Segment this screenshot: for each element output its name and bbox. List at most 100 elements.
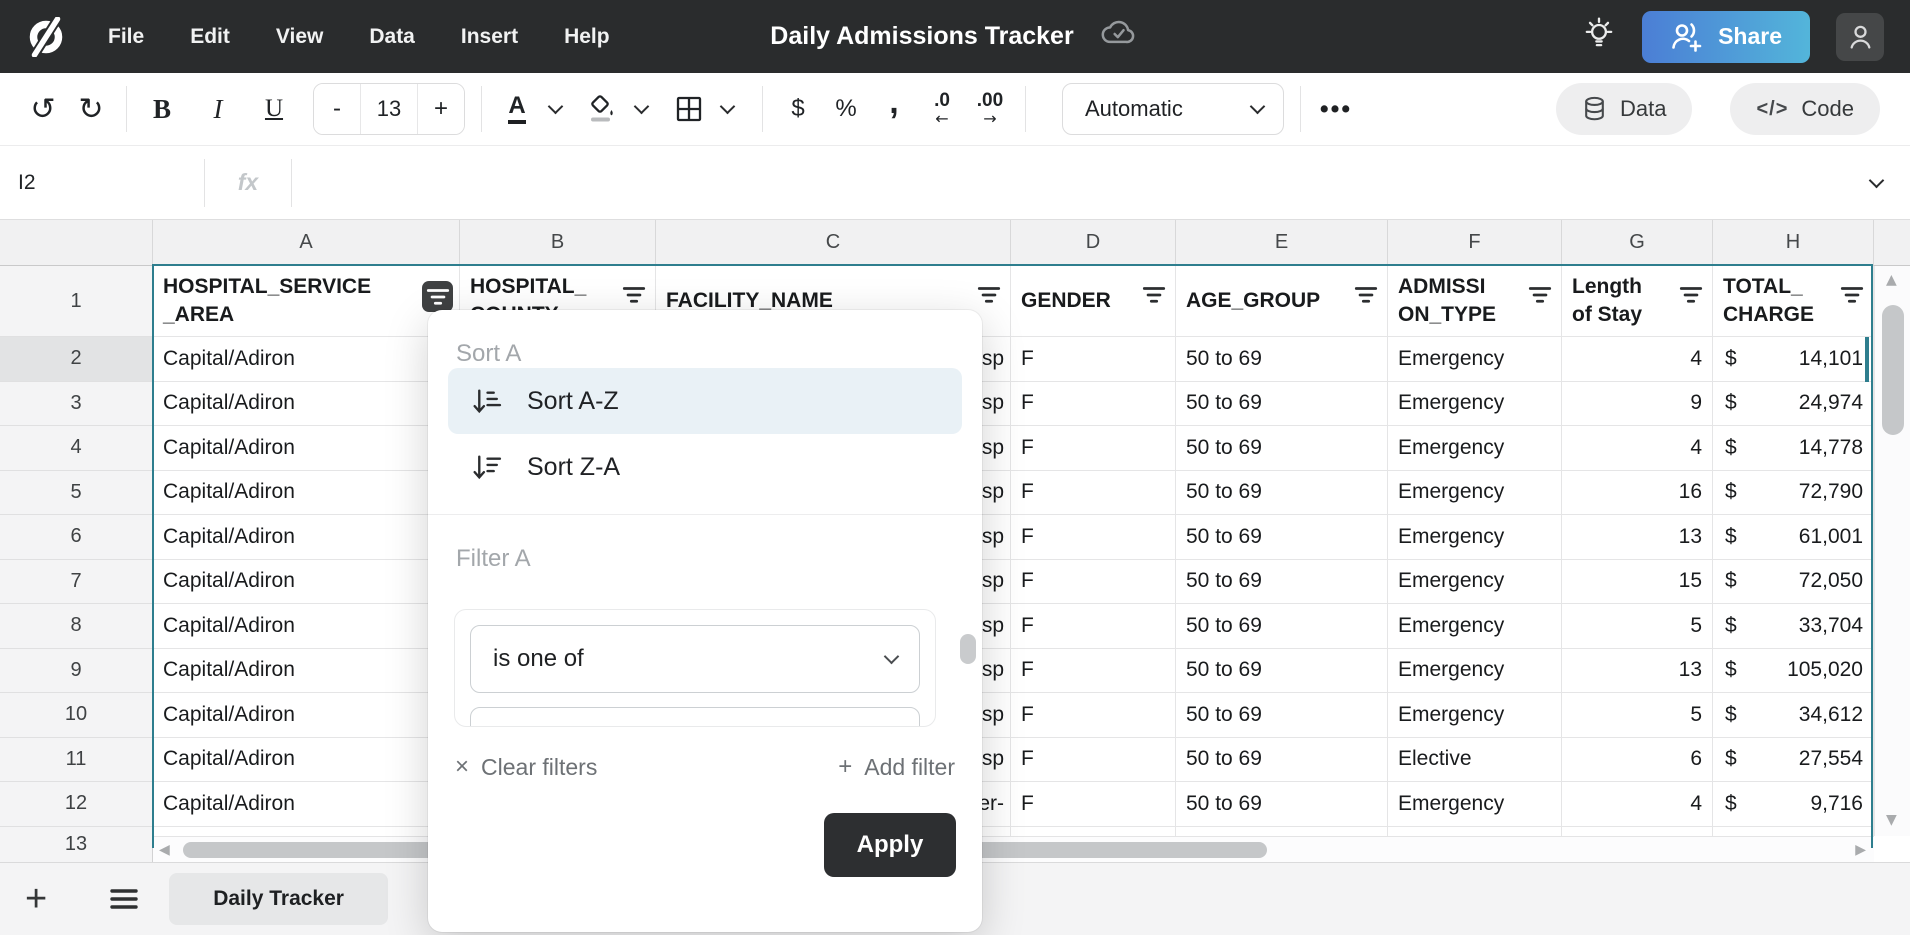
cell-F2[interactable]: Emergency bbox=[1388, 337, 1562, 382]
filter-icon[interactable] bbox=[1524, 281, 1556, 309]
row-number[interactable]: 8 bbox=[0, 604, 153, 649]
data-panel-button[interactable]: Data bbox=[1556, 83, 1692, 135]
filter-icon[interactable] bbox=[973, 281, 1005, 309]
cell-F5[interactable]: Emergency bbox=[1388, 471, 1562, 516]
column-letter-H[interactable]: H bbox=[1713, 220, 1874, 266]
cell-A5[interactable]: Capital/Adiron bbox=[153, 471, 460, 516]
more-options-button[interactable]: ••• bbox=[1317, 85, 1355, 133]
menu-insert[interactable]: Insert bbox=[461, 25, 518, 49]
horizontal-scrollbar[interactable]: ◀ ▶ bbox=[153, 836, 1874, 862]
cell-D8[interactable]: F bbox=[1011, 604, 1176, 649]
cell-D12[interactable]: F bbox=[1011, 782, 1176, 827]
header-cell-G1[interactable]: Length of Stay bbox=[1562, 266, 1713, 337]
cell-G12[interactable]: 4 bbox=[1562, 782, 1713, 827]
cell-E12[interactable]: 50 to 69 bbox=[1176, 782, 1388, 827]
cell-E6[interactable]: 50 to 69 bbox=[1176, 515, 1388, 560]
cell-G5[interactable]: 16 bbox=[1562, 471, 1713, 516]
font-size-increase-button[interactable]: + bbox=[418, 84, 464, 134]
popup-scrollbar-thumb[interactable] bbox=[960, 634, 976, 664]
cell-H2[interactable]: $ 14,101 bbox=[1713, 337, 1874, 382]
document-title[interactable]: Daily Admissions Tracker bbox=[770, 22, 1073, 51]
cell-G3[interactable]: 9 bbox=[1562, 382, 1713, 427]
cell-F12[interactable]: Emergency bbox=[1388, 782, 1562, 827]
font-size-value[interactable]: 13 bbox=[360, 84, 418, 134]
app-logo-icon[interactable] bbox=[26, 17, 66, 57]
filter-icon[interactable] bbox=[1350, 281, 1382, 309]
cell-H11[interactable]: $ 27,554 bbox=[1713, 738, 1874, 783]
cell-G2[interactable]: 4 bbox=[1562, 337, 1713, 382]
row-number[interactable]: 5 bbox=[0, 471, 153, 516]
cell-H12[interactable]: $ 9,716 bbox=[1713, 782, 1874, 827]
cell-A4[interactable]: Capital/Adiron bbox=[153, 426, 460, 471]
column-letter-A[interactable]: A bbox=[153, 220, 460, 266]
cell-E2[interactable]: 50 to 69 bbox=[1176, 337, 1388, 382]
filter-icon[interactable] bbox=[1138, 281, 1170, 309]
cell-E9[interactable]: 50 to 69 bbox=[1176, 649, 1388, 694]
cell-H9[interactable]: $ 105,020 bbox=[1713, 649, 1874, 694]
filter-value-input[interactable] bbox=[470, 707, 920, 727]
vertical-scrollbar[interactable]: ▲ ▼ bbox=[1874, 266, 1910, 836]
cell-H7[interactable]: $ 72,050 bbox=[1713, 560, 1874, 605]
cell-E5[interactable]: 50 to 69 bbox=[1176, 471, 1388, 516]
corner-cell[interactable] bbox=[0, 220, 153, 266]
cell-E7[interactable]: 50 to 69 bbox=[1176, 560, 1388, 605]
cell-H10[interactable]: $ 34,612 bbox=[1713, 693, 1874, 738]
row-number[interactable]: 2 bbox=[0, 337, 153, 382]
cell-G8[interactable]: 5 bbox=[1562, 604, 1713, 649]
share-button[interactable]: Share bbox=[1642, 11, 1810, 63]
header-cell-H1[interactable]: TOTAL_ CHARGE bbox=[1713, 266, 1874, 337]
cell-F3[interactable]: Emergency bbox=[1388, 382, 1562, 427]
cell-D3[interactable]: F bbox=[1011, 382, 1176, 427]
row-number[interactable]: 11 bbox=[0, 738, 153, 783]
cell-F9[interactable]: Emergency bbox=[1388, 649, 1562, 694]
formula-input[interactable] bbox=[292, 146, 1871, 219]
formula-bar-expand-icon[interactable] bbox=[1869, 172, 1885, 188]
row-number[interactable]: 4 bbox=[0, 426, 153, 471]
code-panel-button[interactable]: </> Code bbox=[1730, 83, 1880, 135]
cell-A7[interactable]: Capital/Adiron bbox=[153, 560, 460, 605]
fill-color-dropdown[interactable] bbox=[622, 85, 660, 133]
cell-E11[interactable]: 50 to 69 bbox=[1176, 738, 1388, 783]
text-color-button[interactable]: A bbox=[498, 85, 536, 133]
filter-icon[interactable] bbox=[1836, 281, 1868, 309]
cell-H5[interactable]: $ 72,790 bbox=[1713, 471, 1874, 516]
row-number[interactable]: 6 bbox=[0, 515, 153, 560]
apply-button[interactable]: Apply bbox=[824, 813, 956, 877]
font-size-decrease-button[interactable]: - bbox=[314, 84, 360, 134]
cell-G6[interactable]: 13 bbox=[1562, 515, 1713, 560]
borders-button[interactable] bbox=[670, 85, 708, 133]
text-color-dropdown[interactable] bbox=[536, 85, 574, 133]
cell-A6[interactable]: Capital/Adiron bbox=[153, 515, 460, 560]
header-cell-A1[interactable]: HOSPITAL_SERVICE _AREA bbox=[153, 266, 460, 337]
cell-A8[interactable]: Capital/Adiron bbox=[153, 604, 460, 649]
header-cell-E1[interactable]: AGE_GROUP bbox=[1176, 266, 1388, 337]
vertical-scrollbar-thumb[interactable] bbox=[1882, 305, 1904, 435]
cell-G4[interactable]: 4 bbox=[1562, 426, 1713, 471]
row-number[interactable]: 13 bbox=[0, 827, 153, 863]
cell-D4[interactable]: F bbox=[1011, 426, 1176, 471]
cell-G7[interactable]: 15 bbox=[1562, 560, 1713, 605]
row-number[interactable]: 12 bbox=[0, 782, 153, 827]
cell-D9[interactable]: F bbox=[1011, 649, 1176, 694]
column-letter-C[interactable]: C bbox=[656, 220, 1011, 266]
sort-az-option[interactable]: Sort A-Z bbox=[448, 368, 962, 434]
cell-A3[interactable]: Capital/Adiron bbox=[153, 382, 460, 427]
cell-F8[interactable]: Emergency bbox=[1388, 604, 1562, 649]
number-format-select[interactable]: Automatic bbox=[1062, 83, 1284, 135]
menu-view[interactable]: View bbox=[276, 25, 323, 49]
cell-F11[interactable]: Elective bbox=[1388, 738, 1562, 783]
cell-A9[interactable]: Capital/Adiron bbox=[153, 649, 460, 694]
bold-button[interactable]: B bbox=[143, 85, 181, 133]
scroll-left-icon[interactable]: ◀ bbox=[159, 842, 170, 858]
add-sheet-button[interactable]: + bbox=[25, 880, 47, 918]
cell-D11[interactable]: F bbox=[1011, 738, 1176, 783]
cell-G10[interactable]: 5 bbox=[1562, 693, 1713, 738]
currency-format-button[interactable]: $ bbox=[779, 85, 817, 133]
sheet-list-button[interactable] bbox=[109, 887, 139, 911]
cell-F10[interactable]: Emergency bbox=[1388, 693, 1562, 738]
cell-E4[interactable]: 50 to 69 bbox=[1176, 426, 1388, 471]
add-filter-button[interactable]: + Add filter bbox=[838, 753, 955, 781]
cell-F7[interactable]: Emergency bbox=[1388, 560, 1562, 605]
cell-A2[interactable]: Capital/Adiron bbox=[153, 337, 460, 382]
italic-button[interactable]: I bbox=[199, 85, 237, 133]
